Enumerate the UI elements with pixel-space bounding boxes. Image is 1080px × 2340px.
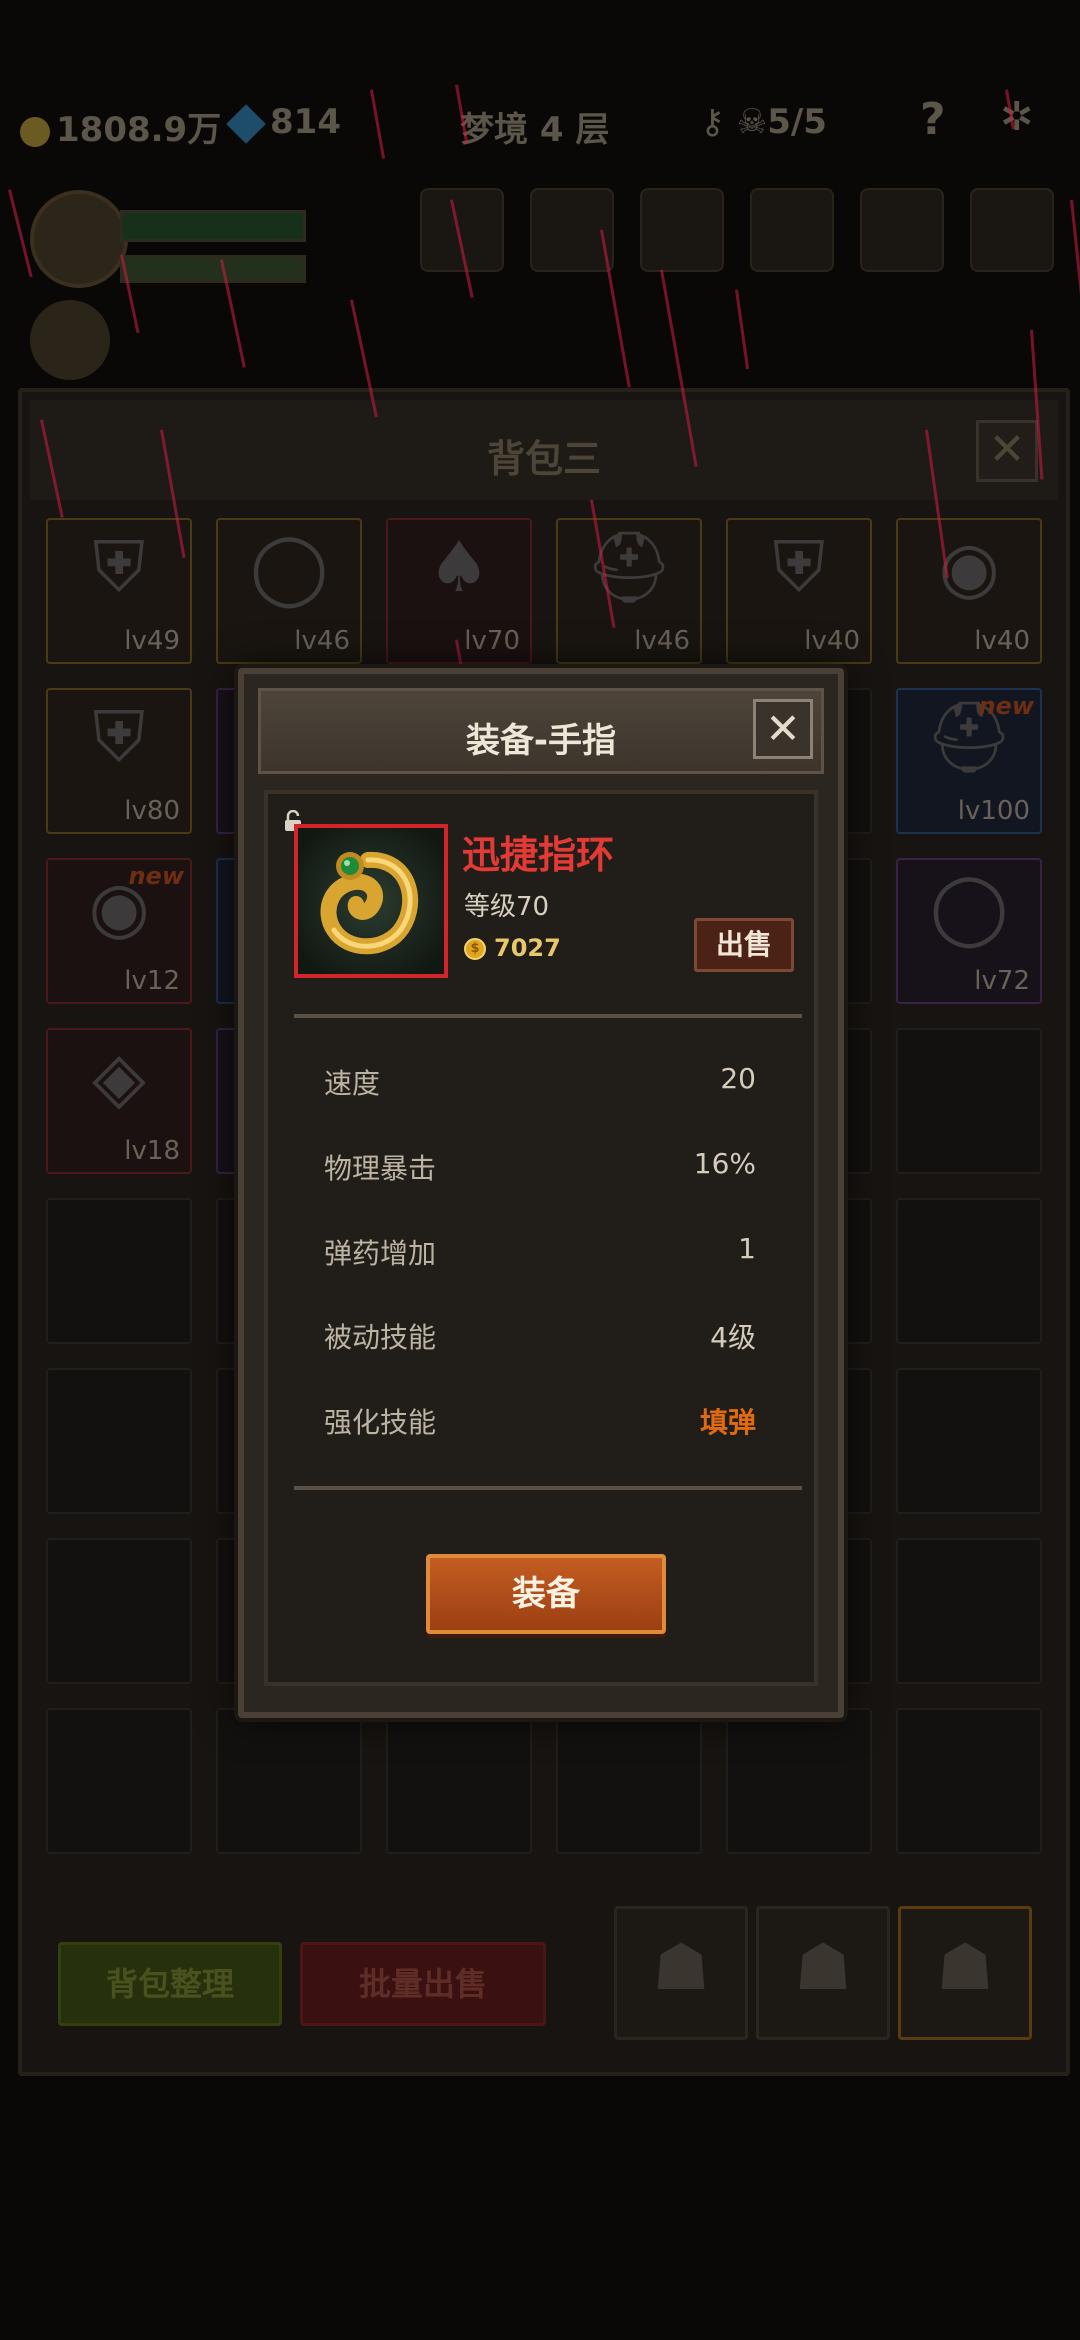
bag-icon: ☗ <box>794 1931 852 2005</box>
sort-backpack-button[interactable]: 背包整理 <box>58 1942 282 2026</box>
inventory-slot[interactable]: ◈ lv18 <box>46 1028 192 1174</box>
stat-row-physical-crit: 物理暴击 16% <box>324 1147 756 1185</box>
inventory-slot[interactable] <box>896 1708 1042 1854</box>
inventory-slot[interactable] <box>216 1708 362 1854</box>
backpack-header: 背包三 ✕ <box>30 400 1058 500</box>
inventory-slot[interactable] <box>386 1708 532 1854</box>
backpack-close-button[interactable]: ✕ <box>976 420 1038 482</box>
inventory-slot[interactable] <box>726 1708 872 1854</box>
helmet-icon: ⛑ <box>584 526 674 608</box>
divider <box>294 1486 802 1490</box>
skull-icon: ☠ <box>736 102 768 142</box>
dialog-close-button[interactable]: ✕ <box>753 699 813 759</box>
top-resource-bar: 1808.9万 814 梦境 4 层 ⚷ ☠5/5 ? ✲ <box>0 90 1080 160</box>
stat-row-passive-skill: 被动技能 4级 <box>324 1321 756 1354</box>
floor-label: 梦境 4 层 <box>460 110 610 150</box>
inventory-slot[interactable]: ◉ lv40 <box>896 518 1042 664</box>
bag-tab-2[interactable]: ☗ <box>756 1906 890 2040</box>
armor-icon: ⛨ <box>92 526 146 608</box>
key-icon: ⚷ <box>700 102 725 142</box>
gold-coin-icon <box>20 116 50 147</box>
gold-counter: 1808.9万 <box>20 102 221 151</box>
bag-tab-3[interactable]: ☗ <box>898 1906 1032 2040</box>
inventory-slot[interactable]: ⛑ lv46 <box>556 518 702 664</box>
ring-icon: ◯ <box>929 866 1009 948</box>
hero-avatar[interactable] <box>30 190 128 288</box>
inventory-slot[interactable] <box>46 1368 192 1514</box>
cloak-icon: ♠ <box>427 526 491 608</box>
equip-slot-armor[interactable] <box>640 188 724 272</box>
hp-bar <box>120 210 306 242</box>
bag-icon: ☗ <box>936 1931 994 2005</box>
key-counter: ⚷ ☠5/5 <box>700 102 827 142</box>
gold-ring-icon <box>298 828 444 974</box>
inventory-slot[interactable] <box>896 1538 1042 1684</box>
item-name: 迅捷指环 <box>462 833 615 877</box>
gem-counter: 814 <box>226 102 341 144</box>
equip-slot-boots[interactable] <box>970 188 1054 272</box>
inventory-slot[interactable]: ♠ lv70 <box>386 518 532 664</box>
inventory-slot[interactable] <box>46 1538 192 1684</box>
coin-icon: $ <box>464 938 486 960</box>
hero-status-row <box>0 180 1080 380</box>
inventory-slot[interactable]: ⛨ lv80 <box>46 688 192 834</box>
item-price: $7027 <box>464 934 561 962</box>
divider <box>294 1014 802 1018</box>
inventory-slot[interactable]: ◯ lv46 <box>216 518 362 664</box>
ring-icon: ◯ <box>249 526 329 608</box>
equip-slot-gloves[interactable] <box>750 188 834 272</box>
bag-tab-1[interactable]: ☗ <box>614 1906 748 2040</box>
new-badge: new <box>128 862 184 890</box>
inventory-slot[interactable]: ◯ lv72 <box>896 858 1042 1004</box>
ruby-ring-icon: ◈ <box>92 1036 146 1118</box>
armor-icon: ⛨ <box>92 696 146 778</box>
dialog-header: 装备-手指 ✕ <box>258 688 824 774</box>
inventory-slot[interactable] <box>46 1198 192 1344</box>
inventory-slot[interactable] <box>46 1708 192 1854</box>
inventory-slot[interactable]: ◉ new lv12 <box>46 858 192 1004</box>
inventory-slot[interactable] <box>896 1198 1042 1344</box>
xp-bar <box>120 255 306 283</box>
pet-avatar[interactable] <box>30 300 110 380</box>
item-portrait <box>294 824 448 978</box>
item-level: 等级70 <box>464 892 550 922</box>
bulk-sell-button[interactable]: 批量出售 <box>300 1942 546 2026</box>
stat-row-speed: 速度 20 <box>324 1062 756 1100</box>
bag-icon: ☗ <box>652 1931 710 2005</box>
gem-icon <box>226 103 266 144</box>
dialog-title: 装备-手指 <box>465 721 617 761</box>
equip-button[interactable]: 装备 <box>426 1554 666 1634</box>
armor-icon: ⛨ <box>772 526 826 608</box>
sell-button[interactable]: 出售 <box>694 918 794 972</box>
equip-slot-ring[interactable] <box>860 188 944 272</box>
new-badge: new <box>978 692 1034 720</box>
inventory-slot[interactable]: ⛨ lv49 <box>46 518 192 664</box>
shield-icon: ◉ <box>938 526 1000 608</box>
settings-gear-icon[interactable]: ✲ <box>1000 94 1034 140</box>
inventory-slot[interactable] <box>896 1028 1042 1174</box>
inventory-slot[interactable]: ⛨ lv40 <box>726 518 872 664</box>
stat-row-enhanced-skill: 强化技能 填弹 <box>324 1406 756 1439</box>
help-button[interactable]: ? <box>920 94 946 145</box>
stat-row-ammo-bonus: 弹药增加 1 <box>324 1232 756 1270</box>
equipment-detail-dialog: 装备-手指 ✕ 迅捷指环 等级70 $7027 出售 速度 20 物理暴击 16… <box>238 668 844 1718</box>
backpack-title: 背包三 <box>486 437 601 481</box>
inventory-slot[interactable] <box>896 1368 1042 1514</box>
inventory-slot[interactable] <box>556 1708 702 1854</box>
inventory-slot[interactable]: ⛑ new lv100 <box>896 688 1042 834</box>
